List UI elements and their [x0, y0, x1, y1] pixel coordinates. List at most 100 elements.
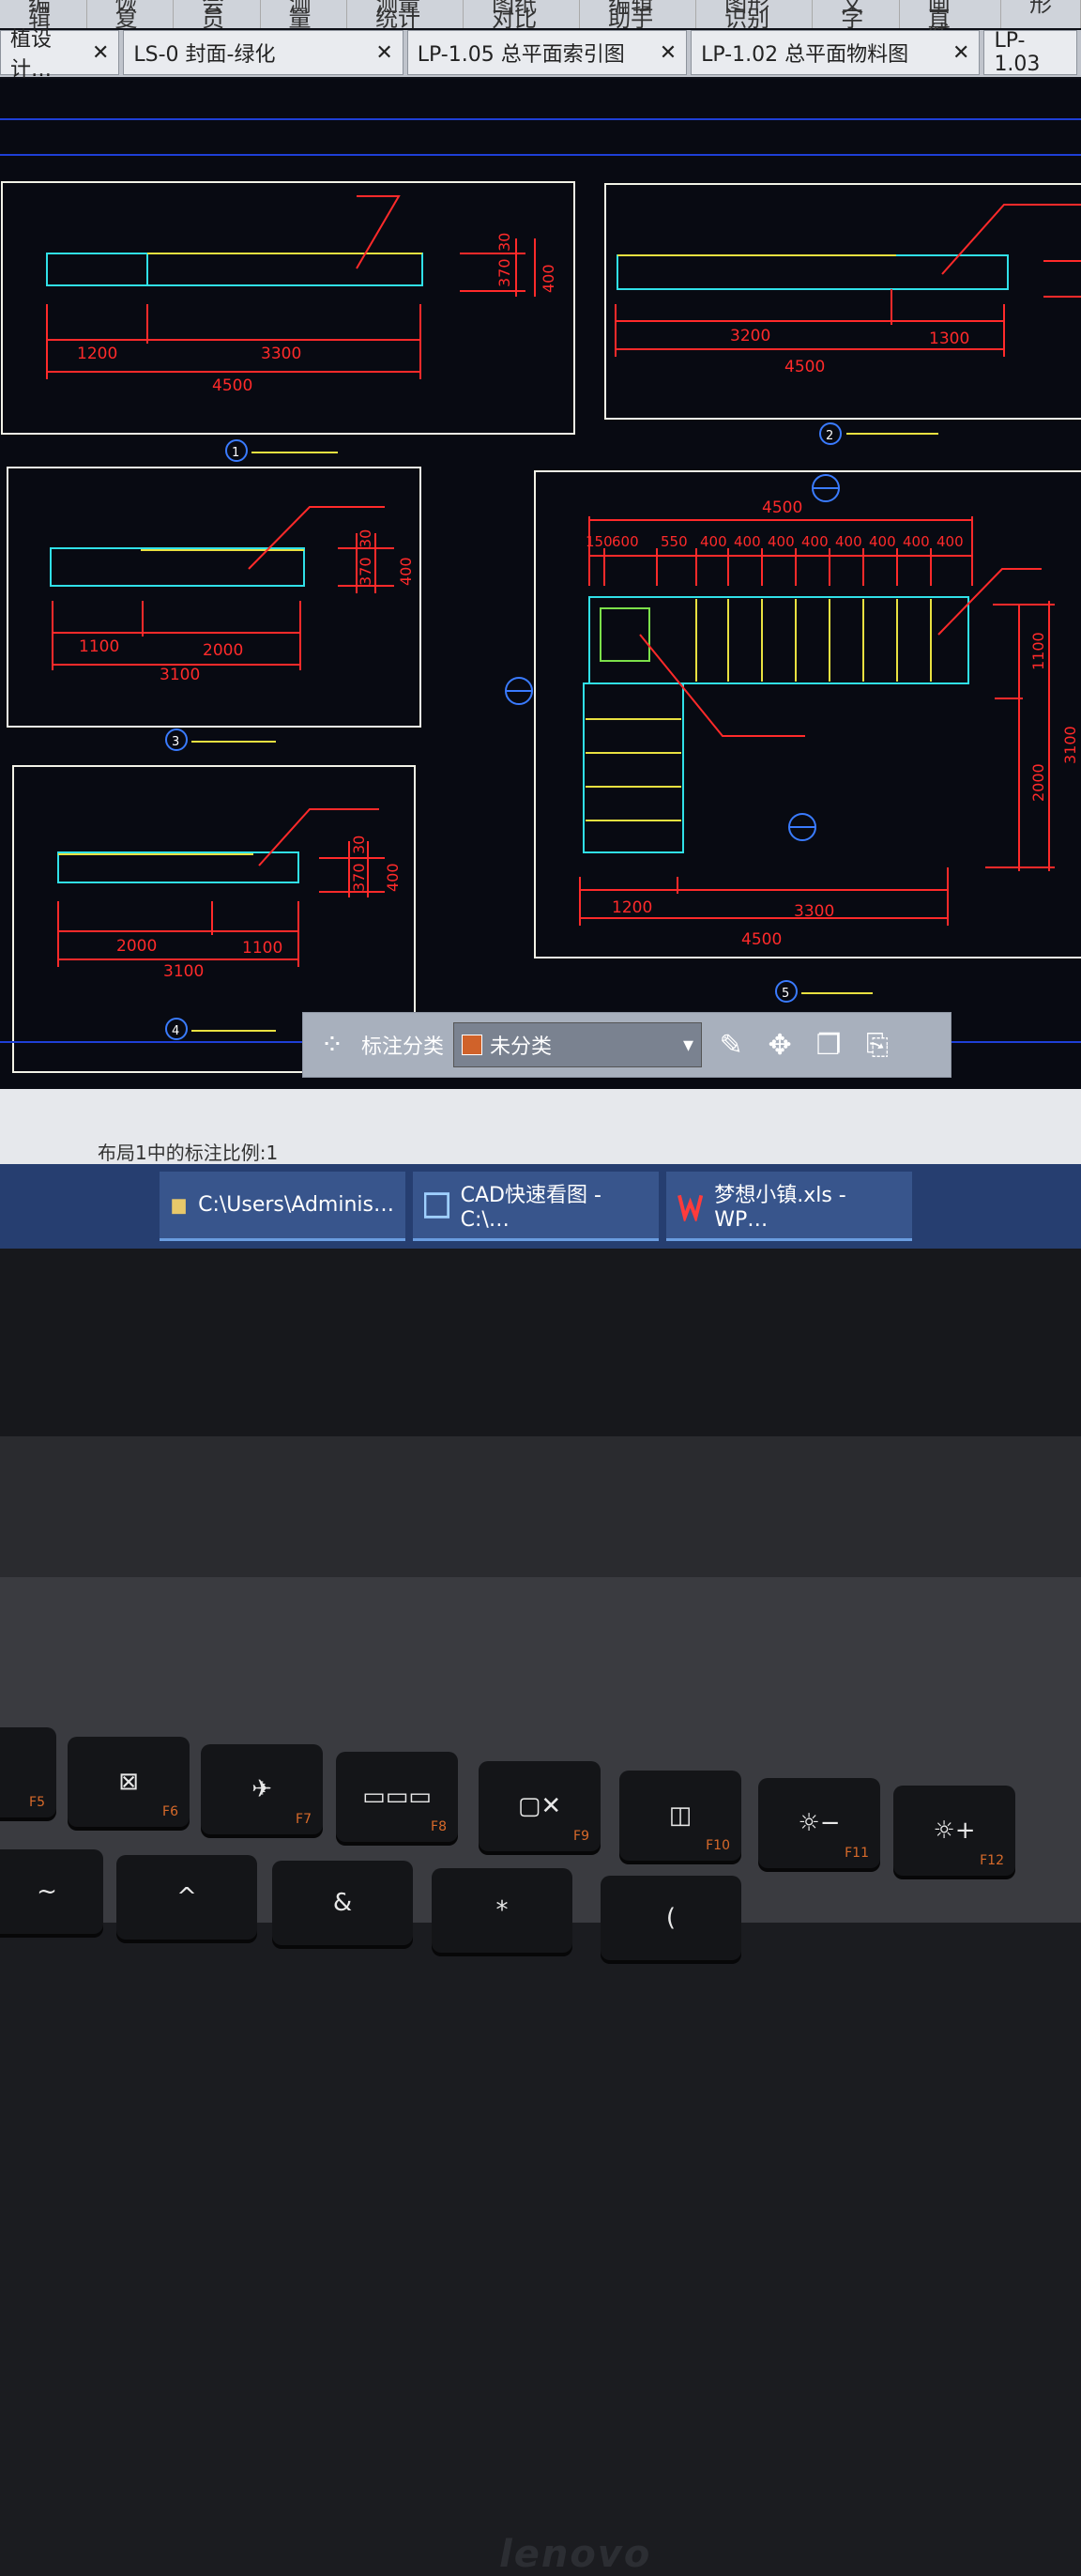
- section-symbol-icon: [505, 474, 840, 841]
- menu-shape-recognize[interactable]: 图形识别: [696, 0, 814, 30]
- dim-label: 370: [350, 863, 368, 892]
- menu-compare[interactable]: 图纸对比: [464, 0, 581, 30]
- dim-label: 2000: [116, 937, 157, 956]
- tab-close-button[interactable]: ✕: [660, 41, 677, 65]
- menu-bar: 编辑 恢复 会员 测量 测量统计 图纸对比 编辑助手 图形识别 文字 画直线 形: [0, 0, 1081, 45]
- menu-measure[interactable]: 测量: [261, 0, 348, 30]
- laptop-bezel: lenovo: [0, 1249, 1081, 2576]
- key-tilde[interactable]: ~: [0, 1849, 103, 1934]
- dim-label: 30: [350, 836, 368, 854]
- dim-label: 4500: [741, 930, 782, 949]
- cad-drawing: 1200 3300 4500 370 30 400 1 3200 1300 45…: [0, 181, 1081, 1073]
- edit-icon[interactable]: ✎: [711, 1025, 751, 1065]
- key-f6[interactable]: ⊠ F6: [68, 1737, 190, 1827]
- dim-label: 400: [540, 264, 557, 293]
- tab-lp103[interactable]: LP-1.03: [983, 29, 1077, 76]
- taskbar-label: CAD快速看图 - C:\…: [460, 1184, 601, 1232]
- windows-taskbar: C:\Users\Adminis… CAD快速看图 - C:\… 梦想小镇.xl…: [0, 1164, 1081, 1249]
- key-7[interactable]: &: [272, 1861, 413, 1945]
- taskbar-label: 梦想小镇.xls - WP…: [714, 1184, 846, 1232]
- key-f7[interactable]: ✈ F7: [201, 1744, 323, 1834]
- category-color-swatch: [462, 1035, 483, 1055]
- key-8[interactable]: *: [432, 1868, 572, 1953]
- detail-1: 1200 3300 4500 370 30 400 1: [46, 195, 557, 462]
- dim-label: 400: [903, 533, 930, 550]
- detail-2: 3200 1300 4500 2: [615, 204, 1081, 445]
- taskbar-cad-viewer[interactable]: CAD快速看图 - C:\…: [413, 1172, 659, 1241]
- menu-measure-stats[interactable]: 测量统计: [347, 0, 464, 30]
- dim-label: 400: [734, 533, 761, 550]
- menu-text[interactable]: 文字: [813, 0, 900, 30]
- tab-label: LP-1.02 总平面物料图: [701, 43, 909, 67]
- taskbar-wps-sheet[interactable]: 梦想小镇.xls - WP…: [666, 1172, 912, 1241]
- category-selected-value: 未分类: [490, 1035, 553, 1059]
- tab-label: LP-1.03: [994, 29, 1041, 76]
- tab-close-button[interactable]: ✕: [92, 41, 109, 65]
- frame-2: [604, 183, 1081, 420]
- detail-4: 2000 1100 3100 370 30 400 4: [57, 808, 402, 1040]
- dim-label: 4500: [784, 358, 825, 376]
- detail-marker: 4: [172, 1024, 179, 1038]
- move-icon[interactable]: ✥: [760, 1025, 799, 1065]
- detail-marker: 5: [782, 987, 789, 1001]
- dim-label: 4500: [762, 498, 802, 517]
- key-f11[interactable]: ☼− F11: [758, 1778, 880, 1868]
- cad-icon: [424, 1191, 449, 1219]
- dim-label: 400: [869, 533, 896, 550]
- drawing-canvas[interactable]: 1200 3300 4500 370 30 400 1 3200 1300 45…: [0, 79, 1081, 1093]
- folder-icon: [172, 1198, 186, 1214]
- key-f8[interactable]: ▭▭▭ F8: [336, 1752, 458, 1842]
- detail-3: 1100 2000 3100 370 30 400 3: [50, 506, 415, 751]
- tab-material-plan[interactable]: LP-1.02 总平面物料图 ✕: [691, 30, 981, 75]
- dim-label: 400: [801, 533, 829, 550]
- tab-planting[interactable]: 植设计… ✕: [0, 28, 120, 82]
- paste-icon[interactable]: ⎘: [858, 1025, 897, 1065]
- menu-more[interactable]: 形: [1001, 0, 1081, 28]
- menu-draw-line[interactable]: 画直线: [900, 0, 1001, 45]
- dim-label: 1100: [242, 939, 282, 958]
- key-f12[interactable]: ☼+ F12: [893, 1786, 1015, 1876]
- menu-restore[interactable]: 恢复: [87, 0, 175, 30]
- dim-label: 370: [357, 557, 374, 586]
- dim-label: 3100: [163, 962, 204, 981]
- taskbar-explorer[interactable]: C:\Users\Adminis…: [160, 1172, 405, 1241]
- dim-label: 3300: [794, 902, 834, 921]
- tab-label: LS-0 封面-绿化: [133, 43, 276, 67]
- tab-index-plan[interactable]: LP-1.05 总平面索引图 ✕: [406, 30, 688, 75]
- tab-close-button[interactable]: ✕: [952, 41, 969, 65]
- detail-marker: 1: [232, 446, 239, 460]
- dim-label: 1200: [612, 898, 652, 917]
- dim-label: 400: [835, 533, 862, 550]
- annotation-toolbar: ⁘ 标注分类 未分类 ▾ ✎ ✥ ❐ ⎘: [302, 1012, 952, 1078]
- tab-label: 植设计…: [10, 28, 53, 82]
- menu-edit-helper[interactable]: 编辑助手: [580, 0, 697, 30]
- dim-label: 600: [612, 533, 639, 550]
- category-select[interactable]: 未分类 ▾: [453, 1022, 703, 1067]
- grid-menu-icon[interactable]: ⁘: [312, 1025, 352, 1065]
- dim-label: 370: [495, 258, 513, 287]
- taskbar-label: C:\Users\Adminis…: [198, 1193, 394, 1217]
- keyboard-deck: F5 ⊠ F6 ✈ F7 ▭▭▭ F8 ▢✕ F9 ◫ F10 ☼− F11 ☼+ F12 ~…: [0, 1577, 1081, 1960]
- dim-label: 2000: [203, 641, 243, 660]
- key-f9[interactable]: ▢✕ F9: [479, 1761, 601, 1851]
- copy-icon[interactable]: ❐: [809, 1025, 848, 1065]
- detail-5: 4500 150 600 550 400 400 400 400 400 400…: [579, 498, 1079, 1003]
- dim-label: 400: [936, 533, 964, 550]
- command-line-text: 布局1中的标注比例:1: [98, 1142, 279, 1164]
- menu-member[interactable]: 会员: [174, 0, 261, 30]
- key-6[interactable]: ^: [116, 1855, 257, 1940]
- tab-close-button[interactable]: ✕: [375, 41, 392, 65]
- key-9[interactable]: (: [601, 1876, 741, 1960]
- tab-cover[interactable]: LS-0 封面-绿化 ✕: [123, 30, 403, 75]
- dim-label: 1300: [929, 330, 969, 348]
- key-f10[interactable]: ◫ F10: [619, 1771, 741, 1861]
- document-tab-bar: 植设计… ✕ LS-0 封面-绿化 ✕ LP-1.05 总平面索引图 ✕ LP-1.0…: [0, 28, 1081, 82]
- dim-label: 3200: [730, 327, 770, 345]
- dim-label: 3100: [160, 666, 200, 684]
- monitor-screen: 编辑 恢复 会员 测量 测量统计 图纸对比 编辑助手 图形识别 文字 画直线 形…: [0, 0, 1081, 1249]
- frame-1: [1, 181, 575, 435]
- dim-label: 3300: [261, 345, 301, 363]
- dim-label: 1100: [1029, 632, 1047, 670]
- laptop-hinge: [0, 1436, 1081, 1577]
- key-f5[interactable]: F5: [0, 1727, 56, 1817]
